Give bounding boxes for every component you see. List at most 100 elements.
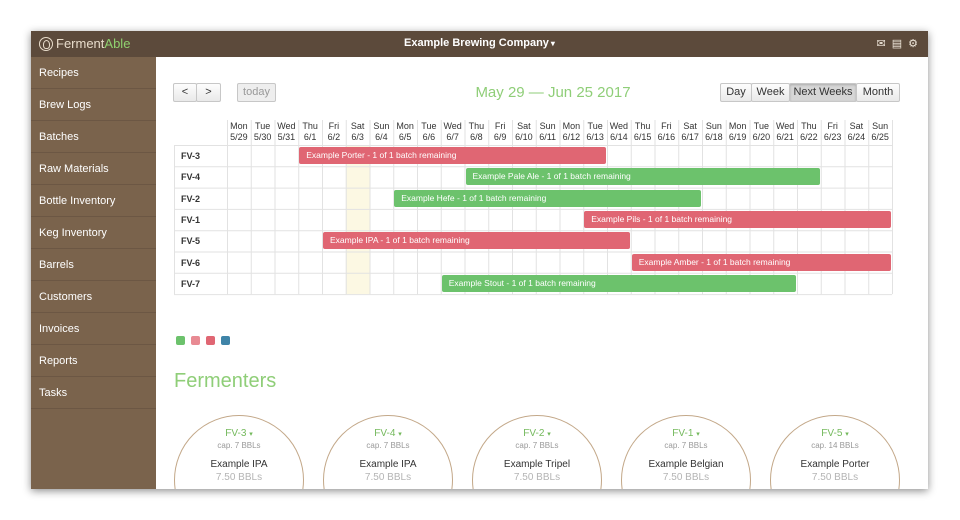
- main-content: < > today May 29 — Jun 25 2017 Day Week …: [156, 57, 928, 489]
- fermenter-capacity: cap. 7 BBLs: [366, 441, 410, 450]
- sidebar-item-barrels[interactable]: Barrels: [31, 249, 156, 281]
- batch-event-bar[interactable]: Example Pale Ale - 1 of 1 batch remainin…: [465, 168, 820, 186]
- legend: [176, 336, 230, 345]
- day-header: Sat 6/24: [845, 121, 869, 143]
- fermenter-name[interactable]: FV-2 ▾: [473, 428, 601, 439]
- day-of-week: Sun: [373, 121, 390, 131]
- document-icon[interactable]: ▤: [892, 37, 902, 50]
- batch-event-bar[interactable]: Example Hefe - 1 of 1 batch remaining: [394, 189, 701, 207]
- legend-swatch: [206, 336, 215, 345]
- fermenter-name[interactable]: FV-3 ▾: [175, 428, 303, 439]
- day-header: Wed 6/14: [607, 121, 631, 143]
- fermenter-name-text: FV-5: [821, 428, 846, 439]
- legend-swatch: [176, 336, 185, 345]
- fermenter-volume: 7.50 BBLs: [215, 472, 263, 483]
- sidebar-item-customers[interactable]: Customers: [31, 281, 156, 313]
- fermenter-card[interactable]: FV-2 ▾ cap. 7 BBLs Example Tripel 7.50 BBLs…: [472, 415, 602, 489]
- fermenter-row-label: FV-4: [181, 172, 201, 183]
- day-header: Mon 6/12: [560, 121, 584, 143]
- view-month-button[interactable]: Month: [856, 83, 900, 102]
- caret-down-icon: ▾: [398, 431, 402, 438]
- fermenter-volume: 7.50 BBLs: [364, 472, 412, 483]
- day-of-week: Mon: [728, 121, 747, 131]
- day-of-week: Sat: [849, 121, 864, 131]
- day-header: Thu 6/1: [298, 121, 322, 143]
- day-date: 6/12: [562, 132, 581, 142]
- sidebar-item-reports[interactable]: Reports: [31, 345, 156, 377]
- day-header: Fri 6/23: [821, 121, 845, 143]
- fermenter-beer: Example Belgian: [648, 459, 724, 470]
- gear-icon[interactable]: ⚙: [908, 37, 918, 50]
- next-button[interactable]: >: [196, 83, 221, 102]
- day-header: Wed 6/7: [441, 121, 465, 143]
- fermenter-row-label: FV-1: [181, 214, 201, 225]
- fermenter-card[interactable]: FV-1 ▾ cap. 7 BBLs Example Belgian 7.50 BBL…: [621, 415, 751, 489]
- batch-event-bar[interactable]: Example Pils - 1 of 1 batch remaining: [584, 210, 891, 228]
- day-header: Fri 6/9: [488, 121, 512, 143]
- day-date: 6/16: [657, 132, 676, 142]
- day-of-week: Sat: [517, 121, 531, 131]
- day-header: Fri 6/16: [655, 121, 679, 143]
- day-of-week: Wed: [443, 121, 462, 131]
- batch-event-bar[interactable]: Example Amber - 1 of 1 batch remaining: [631, 253, 891, 271]
- day-date: 6/3: [351, 132, 364, 142]
- fermenter-card[interactable]: FV-5 ▾ cap. 14 BBLs Example Porter 7.50 BBL…: [770, 415, 900, 489]
- top-bar: Ferment Able Example Brewing Company ▾ ✉ ▤…: [31, 31, 928, 57]
- sidebar-item-tasks[interactable]: Tasks: [31, 377, 156, 409]
- day-of-week: Thu: [634, 121, 651, 131]
- sidebar-item-raw-materials[interactable]: Raw Materials: [31, 153, 156, 185]
- caret-down-icon: ▾: [550, 39, 555, 48]
- fermenter-name-text: FV-3: [225, 428, 250, 439]
- day-date: 6/15: [633, 132, 652, 142]
- day-header: Tue 5/30: [251, 121, 275, 143]
- day-date: 6/6: [422, 132, 436, 142]
- calendar-title: May 29 — Jun 25 2017: [475, 84, 631, 101]
- day-of-week: Sat: [683, 121, 697, 131]
- day-header: Thu 6/8: [465, 121, 489, 143]
- day-date: 6/17: [681, 132, 699, 142]
- day-date: 6/13: [586, 132, 604, 142]
- day-header: Sun 6/18: [702, 121, 726, 143]
- sidebar-item-invoices[interactable]: Invoices: [31, 313, 156, 345]
- day-header: Thu 6/15: [631, 121, 655, 143]
- day-header: Tue 6/20: [750, 121, 774, 143]
- sidebar-item-bottle-inventory[interactable]: Bottle Inventory: [31, 185, 156, 217]
- day-of-week: Sun: [872, 121, 889, 131]
- day-date: 6/22: [800, 132, 818, 142]
- sidebar-item-recipes[interactable]: Recipes: [31, 57, 156, 89]
- fermenter-card[interactable]: FV-3 ▾cap. 7 BBLsExample IPA7.50 BBLs(Ba…: [174, 415, 304, 489]
- fermenter-row-label: FV-5: [181, 236, 201, 247]
- batch-event-bar[interactable]: Example Porter - 1 of 1 batch remaining: [299, 147, 606, 164]
- fermenter-beer: Example Tripel: [503, 459, 571, 470]
- day-of-week: Mon: [562, 121, 581, 131]
- day-of-week: Sun: [705, 121, 722, 131]
- day-date: 6/7: [446, 132, 459, 142]
- view-week-button[interactable]: Week: [751, 83, 790, 102]
- fermenter-name[interactable]: FV-1 ▾: [622, 428, 750, 439]
- fermenter-card[interactable]: FV-4 ▾cap. 7 BBLsExample IPA7.50 BBLs(Ba…: [323, 415, 453, 489]
- day-header: Sun 6/4: [370, 121, 394, 143]
- batch-event-bar[interactable]: Example IPA - 1 of 1 batch remaining: [323, 232, 630, 250]
- day-date: 6/11: [539, 132, 557, 142]
- fermenter-name[interactable]: FV-4 ▾: [324, 428, 452, 439]
- day-date: 6/19: [728, 132, 747, 142]
- day-of-week: Tue: [255, 121, 271, 131]
- day-header: Fri 6/2: [322, 121, 346, 143]
- company-selector[interactable]: Example Brewing Company ▾: [31, 37, 928, 49]
- view-day-button[interactable]: Day: [720, 83, 752, 102]
- day-date: 5/31: [277, 132, 296, 142]
- mail-icon[interactable]: ✉: [877, 37, 886, 50]
- view-next-weeks-button[interactable]: Next Weeks: [789, 83, 857, 102]
- fermenter-name[interactable]: FV-5 ▾: [771, 428, 899, 439]
- fermenter-name-text: FV-1: [672, 428, 697, 439]
- sidebar-item-batches[interactable]: Batches: [31, 121, 156, 153]
- fermenter-volume: 7.50 BBLs: [513, 472, 561, 483]
- today-button[interactable]: today: [237, 83, 276, 102]
- fermenter-beer: Example IPA: [359, 459, 417, 470]
- sidebar-item-keg-inventory[interactable]: Keg Inventory: [31, 217, 156, 249]
- sidebar-item-brew-logs[interactable]: Brew Logs: [31, 89, 156, 121]
- prev-button[interactable]: <: [173, 83, 197, 102]
- batch-event-bar[interactable]: Example Stout - 1 of 1 batch remaining: [441, 274, 796, 292]
- day-date: 6/4: [375, 132, 388, 142]
- caret-down-icon: ▾: [845, 431, 849, 438]
